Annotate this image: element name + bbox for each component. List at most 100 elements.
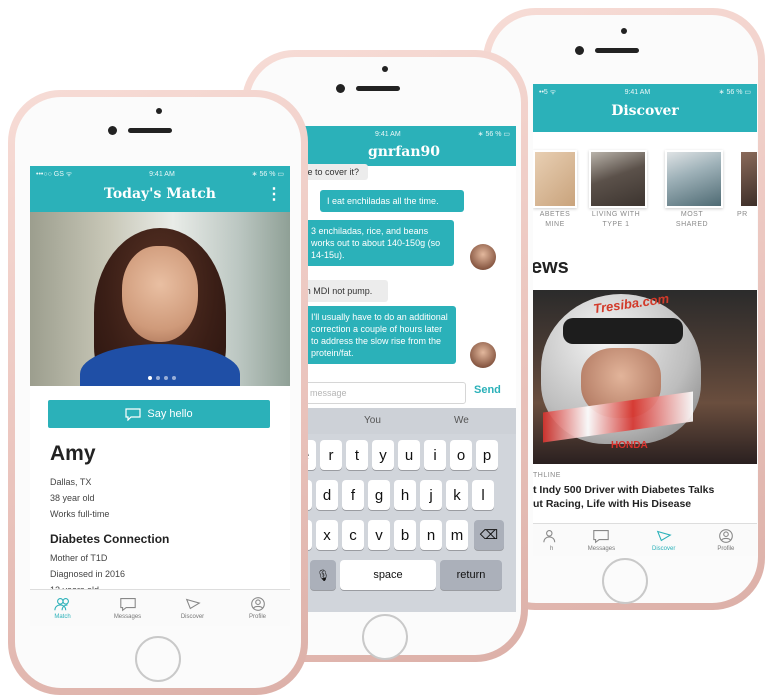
status-bar: 9:41 AM ∗ 56 % ▭ <box>292 126 516 142</box>
home-button[interactable] <box>602 558 648 604</box>
key[interactable]: c <box>342 520 364 550</box>
profile-details: Dallas, TX 38 year old Works full-time <box>50 474 109 522</box>
phone-match: •••○○ GS ᯤ 9:41 AM ∗ 56 % ▭ Today's Matc… <box>8 90 308 695</box>
profile-photo[interactable] <box>30 212 290 386</box>
key[interactable]: v <box>368 520 390 550</box>
return-key[interactable]: return <box>440 560 502 590</box>
tab-messages[interactable]: Messages <box>95 590 160 626</box>
news-image[interactable]: Tresiba.com HONDA <box>533 290 757 464</box>
time-text: 9:41 AM <box>149 170 175 178</box>
news-section-title: ews <box>533 256 569 278</box>
status-bar: •••○○ GS ᯤ 9:41 AM ∗ 56 % ▭ <box>30 166 290 182</box>
match-screen: •••○○ GS ᯤ 9:41 AM ∗ 56 % ▭ Today's Matc… <box>30 166 290 626</box>
tab-label: h <box>549 546 554 552</box>
earpiece-speaker <box>128 128 172 133</box>
earpiece-speaker <box>356 86 400 91</box>
time-text: 9:41 AM <box>374 130 401 138</box>
category-card-partial[interactable] <box>739 150 757 208</box>
home-button[interactable] <box>362 614 408 660</box>
key[interactable]: n <box>420 520 442 550</box>
battery-text: ∗ 56 % ▭ <box>718 89 751 96</box>
say-hello-button[interactable]: Say hello <box>48 400 270 428</box>
message-bubble: I'll usually have to do an additional co… <box>304 306 456 364</box>
diabetes-connection-title: Diabetes Connection <box>50 532 170 546</box>
chat-header: 9:41 AM ∗ 56 % ▭ gnrfan90 <box>292 126 516 166</box>
tab-label: Messages <box>113 614 142 620</box>
key[interactable]: f <box>342 480 364 510</box>
front-camera <box>336 84 345 93</box>
tab-match[interactable]: Match <box>30 590 95 626</box>
key[interactable]: t <box>346 440 368 470</box>
news-headline-2[interactable]: ut Racing, Life with His Disease <box>533 498 757 510</box>
key[interactable]: j <box>420 480 442 510</box>
detail-relation: Mother of T1D <box>50 553 108 563</box>
message-bubble: I eat enchiladas all the time. <box>320 190 464 212</box>
category-card-most-shared[interactable] <box>665 150 723 208</box>
tab-label: Match <box>54 614 71 620</box>
match-icon <box>53 598 69 611</box>
detail-age: 38 year old <box>50 493 95 503</box>
time-text: 9:41 AM <box>624 88 651 96</box>
key[interactable]: m <box>446 520 468 550</box>
front-sensor <box>382 66 388 72</box>
send-button[interactable]: Send <box>474 384 501 396</box>
chat-title: gnrfan90 <box>367 144 441 160</box>
key[interactable]: i <box>424 440 446 470</box>
key[interactable]: h <box>394 480 416 510</box>
suggestion[interactable]: You <box>364 415 381 426</box>
match-header: •••○○ GS ᯤ 9:41 AM ∗ 56 % ▭ Today's Matc… <box>30 166 290 212</box>
discover-header: ••5 ᯤ 9:41 AM ∗ 56 % ▭ Discover <box>533 84 757 132</box>
key[interactable]: d <box>316 480 338 510</box>
pager-dot <box>148 376 152 380</box>
photo-pager-dots[interactable] <box>148 376 176 380</box>
key[interactable]: o <box>450 440 472 470</box>
tab-messages[interactable]: Messages <box>570 524 632 556</box>
message-input[interactable]: d a message <box>292 382 466 404</box>
tab-label: Profile <box>248 614 266 620</box>
avatar <box>470 244 496 270</box>
news-headline-1[interactable]: t Indy 500 Driver with Diabetes Talks <box>533 484 757 496</box>
suggestion-bar: You We <box>292 408 516 434</box>
key[interactable]: y <box>372 440 394 470</box>
battery-text: ∗ 56 % ▭ <box>251 171 284 178</box>
key[interactable]: x <box>316 520 338 550</box>
message-bubble: 3 enchiladas, rice, and beans works out … <box>304 220 454 266</box>
key[interactable]: g <box>368 480 390 510</box>
category-label-text: PR <box>737 211 748 218</box>
delete-key[interactable]: ⌫ <box>474 520 504 550</box>
news-source: THLINE <box>533 472 561 479</box>
tab-profile[interactable]: Profile <box>695 524 757 556</box>
status-bar: ••5 ᯤ 9:41 AM ∗ 56 % ▭ <box>533 84 757 100</box>
category-label-text: MOST <box>680 211 704 218</box>
category-label-1: ABETES MINE <box>533 210 577 230</box>
tab-discover[interactable]: Discover <box>633 524 695 556</box>
tab-label: Profile <box>717 546 735 552</box>
key[interactable]: l <box>472 480 494 510</box>
profile-icon <box>250 597 265 611</box>
category-label-text: LIVING WITH <box>591 211 641 218</box>
more-options-icon[interactable]: ⋮ <box>266 184 282 204</box>
tab-discover[interactable]: Discover <box>160 590 225 626</box>
space-key[interactable]: space <box>340 560 436 590</box>
key[interactable]: r <box>320 440 342 470</box>
front-camera <box>575 46 584 55</box>
keyboard: You We e r t y u i o p s d f g h j k l z <box>292 408 516 612</box>
earpiece-speaker <box>595 48 639 53</box>
key[interactable]: k <box>446 480 468 510</box>
suggestion[interactable]: We <box>454 415 469 426</box>
profile-name: Amy <box>50 442 96 465</box>
tab-bar: Match Messages Discover Profile <box>30 589 290 626</box>
category-card-diabetes[interactable] <box>533 150 577 208</box>
key[interactable]: b <box>394 520 416 550</box>
say-hello-label: Say hello <box>147 408 193 420</box>
mic-key[interactable]: 🎙 <box>310 560 336 590</box>
avatar <box>470 342 496 368</box>
tab-profile[interactable]: Profile <box>225 590 290 626</box>
tab-bar: h Messages Discover Profile <box>533 523 757 556</box>
key[interactable]: p <box>476 440 498 470</box>
detail-diagnosed: Diagnosed in 2016 <box>50 569 126 579</box>
category-card-living[interactable] <box>589 150 647 208</box>
key[interactable]: u <box>398 440 420 470</box>
home-button[interactable] <box>135 636 181 682</box>
tab-match[interactable]: h <box>533 524 570 556</box>
